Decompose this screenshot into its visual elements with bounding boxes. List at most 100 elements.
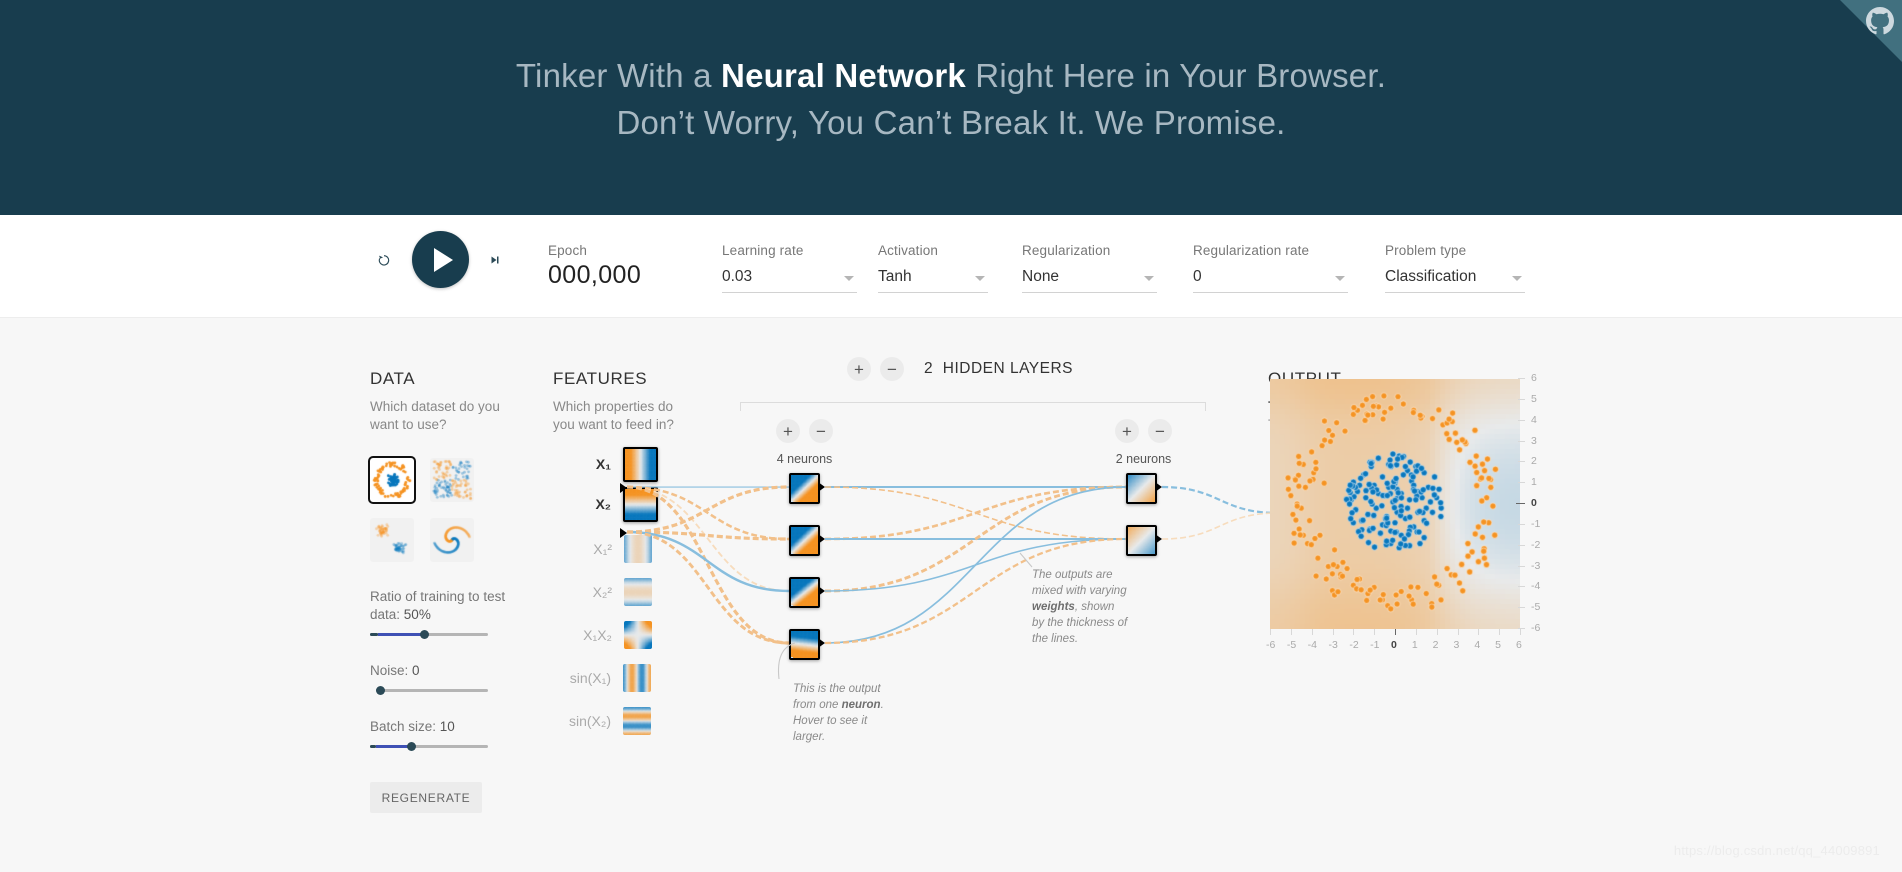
data-panel-subtitle: Which dataset do you want to use? (370, 398, 500, 434)
bias-indicator (1126, 553, 1130, 556)
noise-slider[interactable] (376, 689, 488, 692)
dataset-exclusive-or[interactable] (430, 458, 474, 502)
problem-type-value: Classification (1385, 264, 1525, 290)
batch-slider[interactable] (370, 745, 488, 748)
heatmap-x-tick: 6 (1516, 639, 1522, 651)
annotation-weights-line2: mixed with varying (1032, 585, 1127, 597)
feature-x1-output-arrow (620, 483, 627, 493)
heatmap-y-tick: -1 (1531, 518, 1540, 530)
learning-rate-select[interactable]: 0.03 (722, 264, 857, 293)
add-layer-button[interactable]: + (847, 357, 871, 381)
feature-sin-x1-thumbnail[interactable] (623, 664, 651, 692)
hidden-layers-count: 2 (924, 360, 933, 377)
feature-sin-x2-thumbnail[interactable] (623, 707, 651, 735)
heatmap-x-tick: -2 (1349, 639, 1358, 651)
feature-x1x2-thumbnail[interactable] (624, 621, 652, 649)
feature-x2-squared[interactable]: X₂² (554, 575, 652, 609)
dataset-grid (370, 458, 474, 562)
batch-slider-block: Batch size: 10 (370, 718, 520, 748)
data-panel-title: DATA (370, 369, 520, 389)
remove-layer-button[interactable]: − (880, 357, 904, 381)
github-icon (1866, 7, 1894, 35)
problem-type-label: Problem type (1385, 243, 1525, 258)
watermark: https://blog.csdn.net/qq_44009891 (1674, 843, 1880, 858)
output-heatmap-canvas[interactable] (1270, 379, 1520, 629)
learning-rate-group: Learning rate 0.03 (722, 243, 857, 293)
neuron-l1-n3[interactable] (789, 577, 820, 608)
dataset-circle[interactable] (370, 458, 414, 502)
chevron-down-icon (844, 276, 854, 281)
neuron-l2-n1[interactable] (1126, 473, 1157, 504)
output-heatmap[interactable]: 6 5 4 3 2 1 0 -1 -2 -3 -4 -5 -6 -6 -5 -4 -3 -2 -1 0 1 2 3 4 5 6 (1270, 379, 1530, 639)
play-button[interactable] (412, 231, 469, 288)
annotation-weights-line3-strong: weights (1032, 601, 1075, 613)
learning-rate-value: 0.03 (722, 264, 857, 290)
ratio-slider[interactable] (370, 633, 488, 636)
problem-type-group: Problem type Classification (1385, 243, 1525, 293)
annotation-weights-line4: by the thickness of (1032, 617, 1127, 629)
neuron-l1-n2[interactable] (789, 525, 820, 556)
heatmap-y-tick: 0 (1531, 497, 1537, 509)
heatmap-y-tick: 2 (1531, 455, 1537, 467)
layers-divider (740, 402, 1206, 411)
annotation-neuron-line3: Hover to see it (793, 715, 867, 727)
feature-x2-thumbnail[interactable] (623, 487, 658, 522)
neuron-l2-n2[interactable] (1126, 525, 1157, 556)
dataset-spiral[interactable] (430, 518, 474, 562)
ratio-value: 50% (404, 607, 431, 622)
heatmap-y-tick: -4 (1531, 580, 1540, 592)
layer-2-neuron-count: 2 neurons (1116, 452, 1172, 466)
hidden-layers-label: HIDDEN LAYERS (943, 360, 1073, 377)
activation-group: Activation Tanh (878, 243, 988, 293)
annotation-neuron-line2-before: from one (793, 699, 842, 711)
reset-button[interactable] (370, 246, 398, 274)
feature-sin-x2[interactable]: sin(X₂) (537, 704, 651, 738)
feature-x2[interactable]: X₂ (553, 487, 658, 521)
feature-x2-label: X₂ (553, 496, 623, 512)
add-neuron-layer-1-button[interactable]: + (776, 419, 800, 443)
feature-x1-squared-thumbnail[interactable] (624, 535, 652, 563)
heatmap-x-axis: -6 -5 -4 -3 -2 -1 0 1 2 3 4 5 6 (1262, 633, 1530, 651)
heatmap-y-tick: 4 (1531, 414, 1537, 426)
neuron-l1-n1-output-arrow (818, 482, 825, 492)
remove-neuron-layer-2-button[interactable]: − (1148, 419, 1172, 443)
neuron-l1-n1[interactable] (789, 473, 820, 504)
add-neuron-layer-2-button[interactable]: + (1115, 419, 1139, 443)
learning-rate-label: Learning rate (722, 243, 857, 258)
regularization-rate-select[interactable]: 0 (1193, 264, 1348, 293)
feature-x1x2-label: X₁X₂ (554, 627, 624, 643)
epoch-group: Epoch 000,000 (548, 243, 641, 290)
regularization-value: None (1022, 264, 1157, 290)
feature-x2-squared-thumbnail[interactable] (624, 578, 652, 606)
feature-x1-thumbnail[interactable] (623, 447, 658, 482)
feature-sin-x1[interactable]: sin(X₁) (537, 661, 651, 695)
github-corner-link[interactable] (1840, 0, 1902, 62)
regenerate-button[interactable]: REGENERATE (370, 782, 482, 813)
activation-select[interactable]: Tanh (878, 264, 988, 293)
annotation-neuron-line2-after: . (881, 699, 884, 711)
feature-x1x2[interactable]: X₁X₂ (554, 618, 652, 652)
reset-icon (376, 249, 392, 271)
dataset-gaussian[interactable] (370, 518, 414, 562)
annotation-weights-line3-after: , shown (1075, 601, 1115, 613)
feature-x1-squared[interactable]: X₁² (554, 532, 652, 566)
feature-x1-label: X₁ (553, 456, 623, 472)
hidden-layers-header: + − 2 HIDDEN LAYERS (700, 357, 1220, 381)
feature-x1[interactable]: X₁ (553, 447, 658, 481)
annotation-neuron-pointer (775, 641, 801, 681)
heatmap-y-tick: 3 (1531, 435, 1537, 447)
step-button[interactable] (483, 248, 507, 272)
ratio-label: Ratio of training to test data: 50% (370, 588, 510, 624)
ratio-label-text: Ratio of training to test data: (370, 589, 505, 622)
data-panel: DATA Which dataset do you want to use? R… (370, 369, 520, 813)
heatmap-x-tick: -1 (1370, 639, 1379, 651)
bias-indicator (1126, 501, 1130, 504)
activation-label: Activation (878, 243, 988, 258)
heatmap-x-tick: 5 (1495, 639, 1501, 651)
feature-sin-x2-label: sin(X₂) (537, 713, 623, 729)
regularization-select[interactable]: None (1022, 264, 1157, 293)
annotation-weights-line1: The outputs are (1032, 569, 1113, 581)
batch-label: Batch size: 10 (370, 718, 510, 736)
remove-neuron-layer-1-button[interactable]: − (809, 419, 833, 443)
problem-type-select[interactable]: Classification (1385, 264, 1525, 293)
